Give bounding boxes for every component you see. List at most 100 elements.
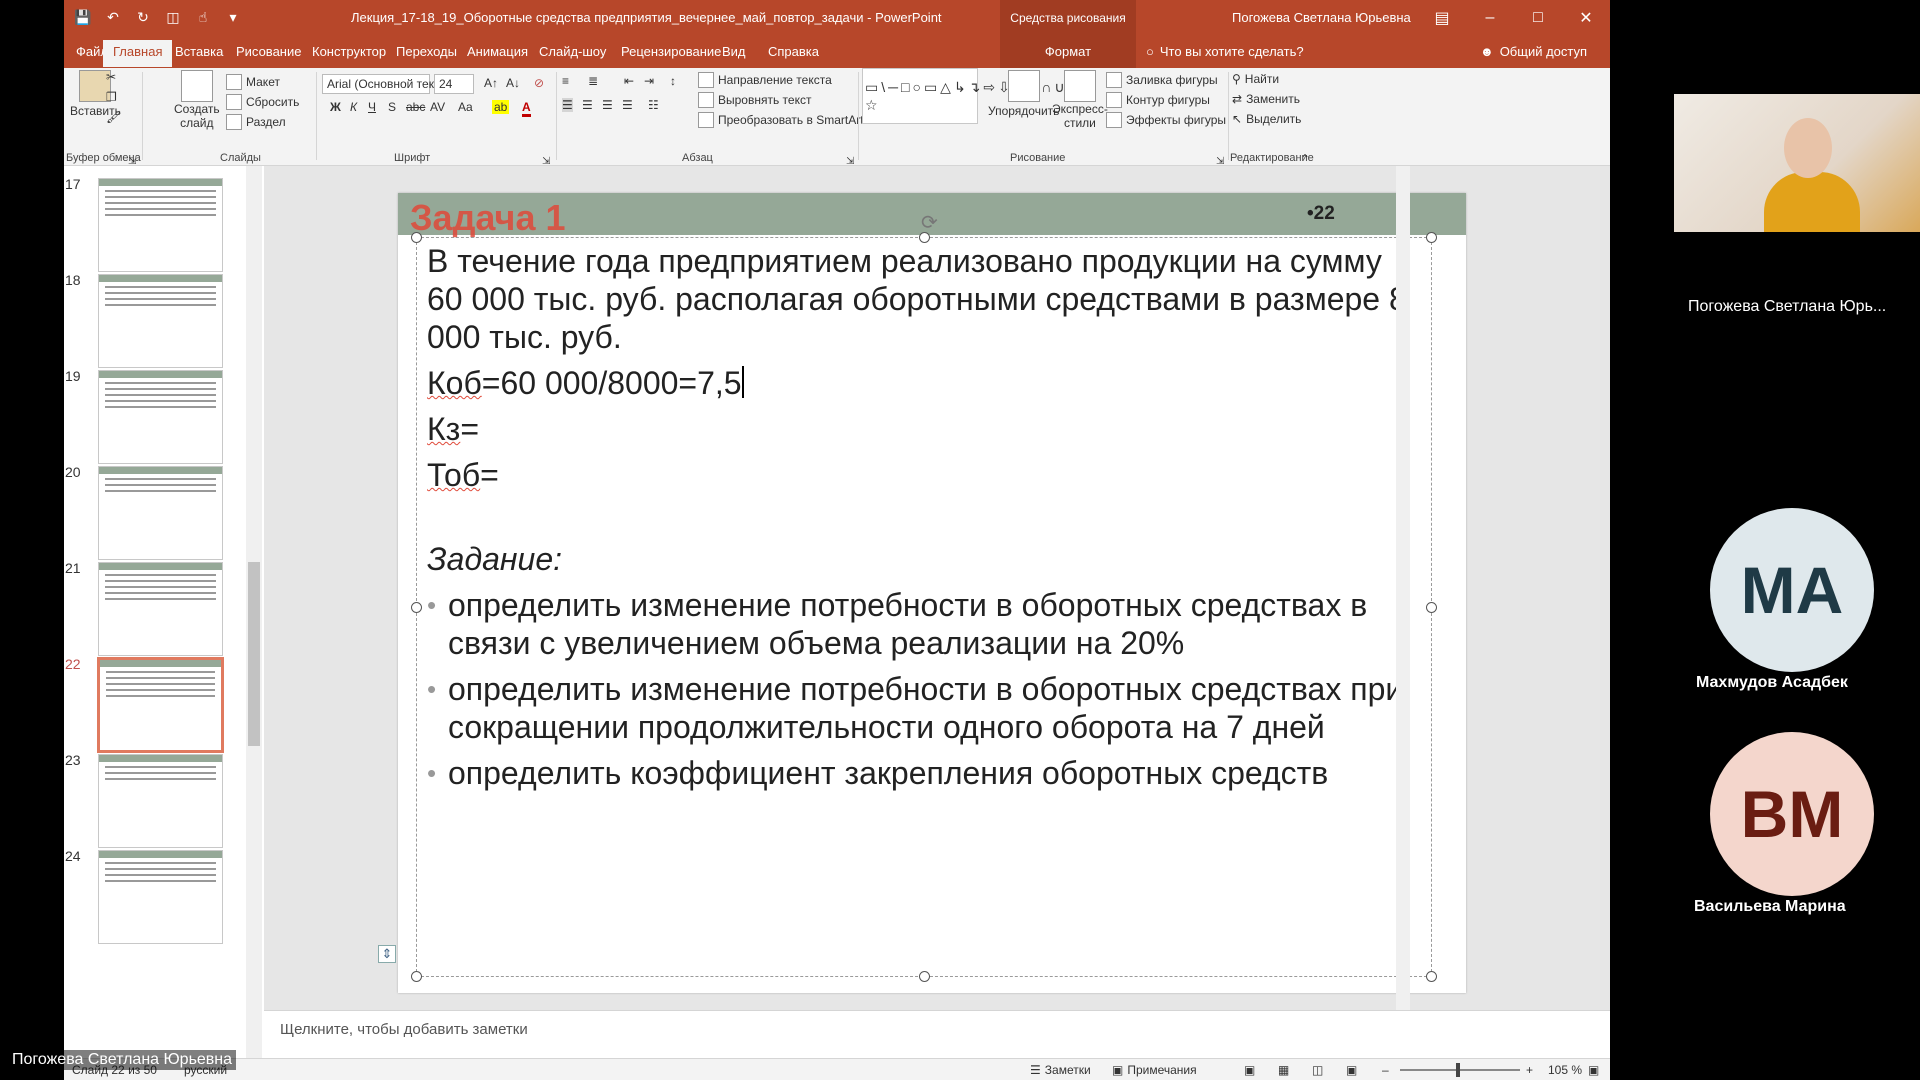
shape-outline-button[interactable]: Контур фигуры (1106, 92, 1210, 108)
resize-handle[interactable] (411, 232, 422, 243)
comments-toggle[interactable]: ▣ Примечания (1112, 1063, 1197, 1077)
fit-to-window-icon[interactable]: ▣ (1588, 1063, 1599, 1077)
shrink-font-icon[interactable]: A↓ (506, 76, 520, 90)
zoom-slider[interactable] (1400, 1069, 1520, 1071)
shape-effects-button[interactable]: Эффекты фигуры (1106, 112, 1226, 128)
share-button[interactable]: ☻ Общий доступ (1480, 44, 1587, 59)
justify-icon[interactable]: ☰ (622, 98, 633, 112)
slide-thumbnail[interactable] (98, 850, 223, 944)
autofit-options-icon[interactable]: ⇕ (378, 945, 396, 963)
underline-icon[interactable]: Ч (368, 100, 376, 114)
content-textbox[interactable]: ⟳ В течение года предприятием реализован… (411, 212, 1437, 982)
strikethrough-icon[interactable]: abc (406, 100, 425, 114)
align-left-icon[interactable]: ☰ (562, 98, 573, 112)
thumbnails-scroll-thumb[interactable] (248, 562, 260, 746)
editing-area-scrollbar[interactable] (1396, 166, 1410, 1010)
slide-thumbnail[interactable] (98, 466, 223, 560)
reading-view-icon[interactable]: ◫ (1312, 1063, 1323, 1077)
align-text-button[interactable]: Выровнять текст (698, 92, 811, 108)
notes-toggle[interactable]: ☰ Заметки (1030, 1063, 1091, 1077)
find-button[interactable]: ⚲ Найти (1232, 72, 1279, 86)
text-direction-button[interactable]: Направление текста (698, 72, 832, 88)
bullets-icon[interactable]: ≡ (562, 74, 569, 88)
align-right-icon[interactable]: ☰ (602, 98, 613, 112)
customize-qat-icon[interactable]: ▾ (224, 8, 242, 26)
tab-insert[interactable]: Вставка (175, 44, 223, 59)
tell-me-box[interactable]: ○ Что вы хотите сделать? (1146, 44, 1304, 59)
tab-format[interactable]: Формат (1000, 36, 1136, 68)
shape-fill-button[interactable]: Заливка фигуры (1106, 72, 1218, 88)
quick-styles-button[interactable]: Экспресс- стили (1052, 70, 1108, 130)
close-icon[interactable]: ✕ (1562, 0, 1610, 36)
minimize-icon[interactable]: – (1466, 0, 1514, 36)
tab-animations[interactable]: Анимация (467, 44, 528, 59)
font-color-icon[interactable]: A (522, 100, 531, 117)
participant-avatar[interactable]: MA (1710, 508, 1874, 672)
shadow-icon[interactable]: S (388, 100, 396, 114)
resize-handle[interactable] (411, 602, 422, 613)
cut-icon[interactable]: ✂ (106, 70, 116, 84)
touch-mode-icon[interactable]: ☝ (194, 8, 212, 26)
slide-canvas[interactable]: Задача 1 •22 ⟳ В течение года предприяти… (378, 193, 1466, 993)
participant-video[interactable] (1674, 94, 1920, 232)
notes-pane[interactable]: Щелкните, чтобы добавить заметки (264, 1010, 1610, 1050)
zoom-slider-knob[interactable] (1456, 1063, 1460, 1077)
participant-avatar[interactable]: BM (1710, 732, 1874, 896)
clear-formatting-icon[interactable]: ⊘ (534, 76, 544, 90)
zoom-level[interactable]: 105 % (1548, 1063, 1582, 1077)
arrange-button[interactable]: Упорядочить (988, 70, 1059, 118)
tab-review[interactable]: Рецензирование (621, 44, 721, 59)
increase-indent-icon[interactable]: ⇥ (644, 74, 654, 88)
tab-transitions[interactable]: Переходы (396, 44, 457, 59)
undo-icon[interactable]: ↶ (104, 8, 122, 26)
normal-view-icon[interactable]: ▣ (1244, 1063, 1255, 1077)
copy-icon[interactable]: ❐ (106, 90, 117, 104)
layout-button[interactable]: Макет (226, 74, 280, 90)
slide-thumbnail[interactable] (98, 274, 223, 368)
change-case-icon[interactable]: Aa (458, 100, 473, 114)
reset-button[interactable]: Сбросить (226, 94, 299, 110)
font-size-combo[interactable]: 24 (434, 74, 474, 94)
resize-handle[interactable] (1426, 232, 1437, 243)
numbering-icon[interactable]: ≣ (588, 74, 598, 88)
new-slide-button[interactable]: Создать слайд (174, 70, 220, 130)
section-button[interactable]: Раздел (226, 114, 286, 130)
redo-icon[interactable]: ↻ (134, 8, 152, 26)
resize-handle[interactable] (411, 971, 422, 982)
replace-button[interactable]: ⇄ Заменить (1232, 92, 1300, 106)
slide-thumbnail-selected[interactable] (98, 658, 223, 752)
char-spacing-icon[interactable]: AV (430, 100, 445, 114)
format-painter-icon[interactable]: 🖌 (106, 110, 121, 124)
tab-draw[interactable]: Рисование (236, 44, 301, 59)
shapes-gallery[interactable]: ▭\─□○▭△↳↴⇨⇩◇∿∩∪{}☆ (862, 68, 1080, 124)
resize-handle[interactable] (919, 971, 930, 982)
ribbon-display-options-icon[interactable]: ▤ (1418, 0, 1466, 36)
save-icon[interactable]: 💾 (74, 8, 92, 26)
line-spacing-icon[interactable]: ↕ (670, 74, 676, 88)
slide-title[interactable]: Задача 1 (410, 197, 566, 239)
select-button[interactable]: ↖ Выделить (1232, 112, 1301, 126)
slide-thumbnail[interactable] (98, 754, 223, 848)
slideshow-view-icon[interactable]: ▣ (1346, 1063, 1357, 1077)
resize-handle[interactable] (1426, 971, 1437, 982)
tab-home[interactable]: Главная (103, 40, 173, 67)
maximize-icon[interactable]: □ (1514, 0, 1562, 36)
zoom-out-icon[interactable]: – (1382, 1063, 1389, 1077)
collapse-ribbon-icon[interactable]: ⌃ (1300, 152, 1310, 166)
columns-icon[interactable]: ☷ (648, 98, 659, 112)
grow-font-icon[interactable]: A↑ (484, 76, 498, 90)
slide-sorter-icon[interactable]: ▦ (1278, 1063, 1289, 1077)
slide-thumbnail[interactable] (98, 178, 223, 272)
tab-slideshow[interactable]: Слайд-шоу (539, 44, 606, 59)
highlight-icon[interactable]: ab (492, 100, 510, 114)
present-icon[interactable]: ◫ (164, 8, 182, 26)
align-center-icon[interactable]: ☰ (582, 98, 593, 112)
italic-icon[interactable]: К (350, 100, 357, 114)
account-name[interactable]: Погожева Светлана Юрьевна (1232, 10, 1411, 25)
resize-handle[interactable] (1426, 602, 1437, 613)
tab-view[interactable]: Вид (722, 44, 746, 59)
zoom-in-icon[interactable]: + (1526, 1063, 1533, 1077)
slide-thumbnail[interactable] (98, 562, 223, 656)
slide-thumbnail[interactable] (98, 370, 223, 464)
convert-smartart-button[interactable]: Преобразовать в SmartArt (698, 112, 864, 128)
